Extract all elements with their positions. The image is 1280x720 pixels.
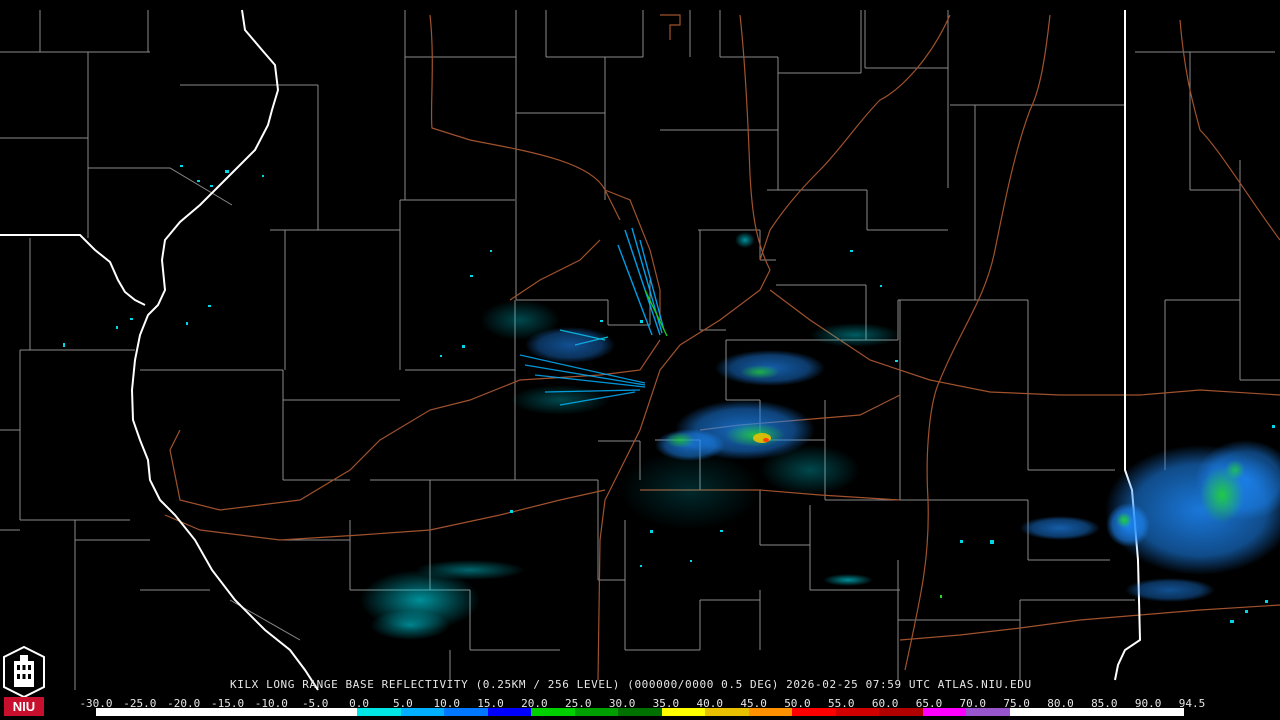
colorbar-segment — [705, 708, 749, 716]
colorbar-segment — [226, 708, 271, 716]
mississippi-river-border — [130, 9, 319, 691]
colorbar-segment — [270, 708, 314, 716]
colorbar-segment — [879, 708, 923, 716]
colorbar-segment — [1140, 708, 1184, 716]
colorbar-segment — [792, 708, 836, 716]
colorbar-segment — [183, 708, 227, 716]
colorbar-segment — [835, 708, 880, 716]
colorbar-segment — [139, 708, 184, 716]
echo-nw-streaks — [617, 227, 668, 337]
colorbar-segment — [487, 708, 532, 716]
echo-speckles — [63, 165, 1275, 623]
county-borders — [0, 10, 1280, 690]
colorbar-segment — [966, 708, 1010, 716]
colorbar-segment — [1096, 708, 1141, 716]
colorbar-segment — [748, 708, 793, 716]
colorbar-segment — [531, 708, 575, 716]
colorbar-segment — [400, 708, 445, 716]
indiana-border — [1114, 10, 1142, 681]
colorbar-segment — [922, 708, 967, 716]
radar-product-caption: KILX LONG RANGE BASE REFLECTIVITY (0.25K… — [230, 678, 1032, 691]
colorbar-segment — [357, 708, 401, 716]
reflectivity-colorbar — [96, 708, 1184, 716]
colorbar-segment — [618, 708, 662, 716]
highways — [164, 14, 1280, 681]
radar-map — [0, 9, 1280, 691]
colorbar-segment — [574, 708, 619, 716]
colorbar-segment — [96, 708, 140, 716]
iowa-missouri-border — [0, 234, 146, 306]
colorbar-segment — [661, 708, 706, 716]
colorbar-segment — [1053, 708, 1097, 716]
logo-text: NIU — [13, 699, 35, 714]
colorbar-segment — [1009, 708, 1054, 716]
colorbar-segment — [313, 708, 358, 716]
colorbar-segment — [444, 708, 488, 716]
radar-echoes — [63, 165, 1280, 640]
niu-tower-logo-icon: NIU — [3, 645, 45, 716]
